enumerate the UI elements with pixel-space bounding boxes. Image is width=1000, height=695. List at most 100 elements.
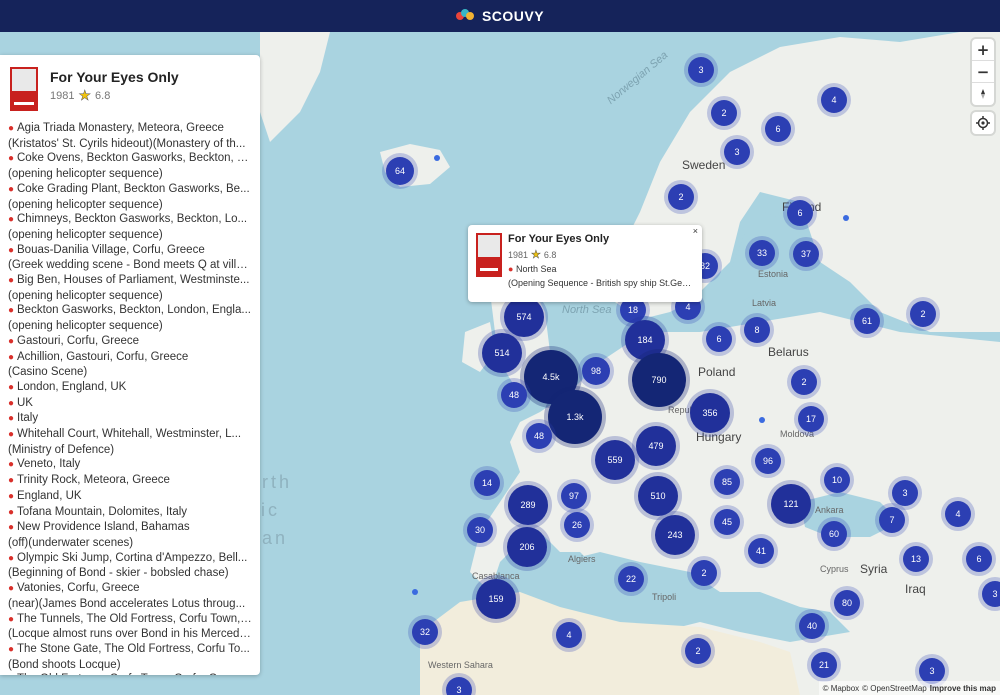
location-dot[interactable] (843, 215, 849, 221)
cluster-marker[interactable]: 2 (791, 369, 817, 395)
location-item[interactable]: ● The Tunnels, The Old Fortress, Corfu To… (8, 612, 252, 628)
cluster-marker[interactable]: 14 (474, 470, 500, 496)
locate-button[interactable] (972, 112, 994, 134)
cluster-marker[interactable]: 48 (501, 382, 527, 408)
cluster-marker[interactable]: 2 (668, 184, 694, 210)
pin-icon: ● (8, 413, 15, 425)
location-item[interactable]: ●The Old Fortress, Corfu Town, Corfu, Gr… (8, 672, 252, 675)
cluster-marker[interactable]: 37 (793, 241, 819, 267)
cluster-marker[interactable]: 80 (834, 590, 860, 616)
film-year: 1981 (50, 89, 75, 102)
location-item[interactable]: ● Beckton Gasworks, Beckton, London, Engl… (8, 303, 252, 319)
location-name: Big Ben, Houses of Parliament, Westminst… (17, 274, 250, 287)
cluster-marker[interactable]: 45 (714, 509, 740, 535)
location-item[interactable]: ● UK (8, 396, 252, 412)
location-item[interactable]: ● Coke Ovens, Beckton Gasworks, Beckton, … (8, 151, 252, 167)
cluster-marker[interactable]: 479 (636, 426, 676, 466)
cluster-marker[interactable]: 574 (504, 297, 544, 337)
cluster-marker[interactable]: 13 (903, 546, 929, 572)
cluster-marker[interactable]: 22 (618, 566, 644, 592)
cluster-marker[interactable]: 356 (690, 393, 730, 433)
brand[interactable]: SCOUVY (455, 8, 544, 24)
popup-close-button[interactable]: × (693, 226, 698, 236)
location-item[interactable]: ● Veneto, Italy (8, 457, 252, 473)
location-item[interactable]: ● Tofana Mountain, Dolomites, Italy (8, 505, 252, 521)
cluster-marker[interactable]: 121 (771, 484, 811, 524)
cluster-marker[interactable]: 60 (821, 521, 847, 547)
cluster-marker[interactable]: 30 (467, 517, 493, 543)
cluster-marker[interactable]: 1.3k (548, 390, 602, 444)
cluster-marker[interactable]: 6 (706, 326, 732, 352)
location-item[interactable]: ● Coke Grading Plant, Beckton Gasworks, B… (8, 182, 252, 198)
location-item[interactable]: ● Big Ben, Houses of Parliament, Westmins… (8, 273, 252, 289)
location-item[interactable]: ● Bouas-Danilia Village, Corfu, Greece (8, 243, 252, 259)
cluster-marker[interactable]: 3 (724, 139, 750, 165)
location-dot[interactable] (434, 155, 440, 161)
cluster-marker[interactable]: 206 (507, 527, 547, 567)
location-item[interactable]: ● The Stone Gate, The Old Fortress, Corfu… (8, 642, 252, 658)
location-item[interactable]: ● London, England, UK (8, 380, 252, 396)
cluster-marker[interactable]: 2 (711, 100, 737, 126)
location-item[interactable]: ● Agia Triada Monastery, Meteora, Greece (8, 121, 252, 137)
cluster-marker[interactable]: 98 (582, 357, 610, 385)
cluster-marker[interactable]: 7 (879, 507, 905, 533)
location-item[interactable]: ● Chimneys, Beckton Gasworks, Beckton, Lo… (8, 212, 252, 228)
cluster-marker[interactable]: 2 (691, 560, 717, 586)
location-item[interactable]: ● Achillion, Gastouri, Corfu, Greece (8, 350, 252, 366)
cluster-marker[interactable]: 4 (556, 622, 582, 648)
cluster-marker[interactable]: 510 (638, 476, 678, 516)
cluster-marker[interactable]: 3 (892, 480, 918, 506)
cluster-marker[interactable]: 8 (744, 317, 770, 343)
cluster-marker[interactable]: 2 (685, 638, 711, 664)
cluster-marker[interactable]: 32 (412, 619, 438, 645)
cluster-marker[interactable]: 790 (632, 353, 686, 407)
zoom-out-button[interactable]: − (972, 61, 994, 83)
film-meta: 1981 ★ 6.8 (50, 87, 179, 104)
cluster-marker[interactable]: 64 (386, 157, 414, 185)
cluster-marker[interactable]: 514 (482, 333, 522, 373)
cluster-marker[interactable]: 61 (854, 308, 880, 334)
location-item[interactable]: ● Italy (8, 411, 252, 427)
cluster-marker[interactable]: 41 (748, 538, 774, 564)
cluster-marker[interactable]: 33 (749, 240, 775, 266)
cluster-marker[interactable]: 559 (595, 440, 635, 480)
cluster-marker[interactable]: 6 (966, 546, 992, 572)
location-item[interactable]: ● Olympic Ski Jump, Cortina d'Ampezzo, Be… (8, 551, 252, 567)
osm-link[interactable]: © OpenStreetMap (862, 684, 927, 693)
location-item[interactable]: ● Gastouri, Corfu, Greece (8, 334, 252, 350)
zoom-in-button[interactable]: + (972, 39, 994, 61)
cluster-marker[interactable]: 26 (564, 512, 590, 538)
location-name: England, UK (17, 489, 82, 502)
cluster-marker[interactable]: 21 (811, 652, 837, 678)
location-dot[interactable] (412, 589, 418, 595)
cluster-marker[interactable]: 289 (508, 485, 548, 525)
cluster-marker[interactable]: 6 (765, 116, 791, 142)
star-icon: ★ (78, 87, 92, 104)
cluster-marker[interactable]: 97 (561, 483, 587, 509)
improve-map-link[interactable]: Improve this map (930, 684, 996, 693)
location-item[interactable]: ● New Providence Island, Bahamas (8, 520, 252, 536)
belarus-label: Belarus (768, 345, 809, 359)
location-dot[interactable] (759, 417, 765, 423)
cluster-marker[interactable]: 4 (821, 87, 847, 113)
cluster-marker[interactable]: 243 (655, 515, 695, 555)
cluster-marker[interactable]: 4 (945, 501, 971, 527)
cluster-marker[interactable]: 3 (688, 57, 714, 83)
location-item[interactable]: ● Trinity Rock, Meteora, Greece (8, 473, 252, 489)
north-sea-label: North Sea (562, 304, 612, 316)
location-item[interactable]: ● Vatonies, Corfu, Greece (8, 581, 252, 597)
mapbox-link[interactable]: © Mapbox (823, 684, 860, 693)
cluster-marker[interactable]: 85 (714, 469, 740, 495)
cluster-marker[interactable]: 96 (755, 448, 781, 474)
location-name: Tofana Mountain, Dolomites, Italy (17, 505, 188, 518)
location-item[interactable]: ● England, UK (8, 489, 252, 505)
cluster-marker[interactable]: 2 (910, 301, 936, 327)
cluster-marker[interactable]: 10 (824, 467, 850, 493)
cluster-marker[interactable]: 40 (799, 613, 825, 639)
location-item[interactable]: ● Whitehall Court, Whitehall, Westminster… (8, 427, 252, 443)
cluster-marker[interactable]: 159 (476, 579, 516, 619)
cluster-marker[interactable]: 17 (798, 406, 824, 432)
cluster-marker[interactable]: 6 (787, 200, 813, 226)
reset-north-button[interactable] (972, 83, 994, 105)
cluster-marker[interactable]: 48 (526, 423, 552, 449)
